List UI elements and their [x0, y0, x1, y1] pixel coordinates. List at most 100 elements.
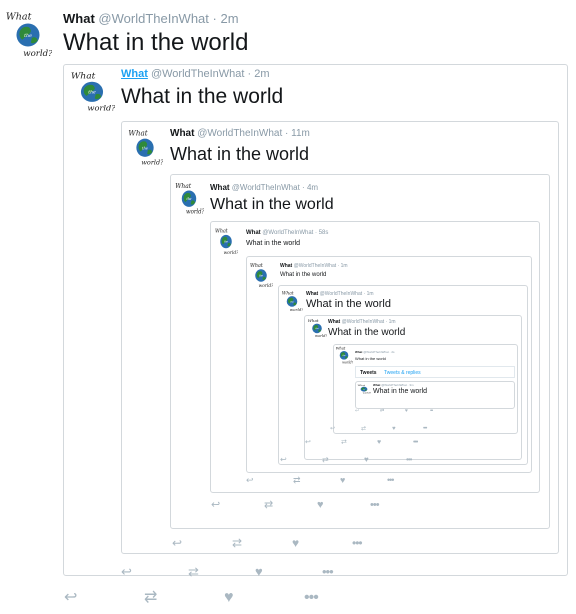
separator: ·	[337, 263, 340, 269]
timestamp[interactable]: 1m	[389, 319, 396, 325]
reply-icon[interactable]: ↩	[211, 499, 220, 512]
tweet-header: What @WorldTheInWhat · 1m	[306, 291, 374, 298]
user-handle[interactable]: @WorldTheInWhat	[232, 183, 300, 192]
avatar[interactable]: What the world?	[4, 10, 52, 58]
avatar[interactable]: What the world?	[281, 290, 303, 312]
retweet-icon[interactable]: ⇄	[322, 455, 329, 465]
svg-text:What: What	[71, 72, 96, 82]
user-handle[interactable]: @WorldTheInWhat	[151, 68, 245, 80]
tweet-actions: ↩ ⇄ ♥ •••	[246, 475, 434, 486]
display-name[interactable]: What	[280, 263, 292, 269]
retweet-icon[interactable]: ⇄	[264, 499, 273, 512]
tab-tweets[interactable]: Tweets	[360, 370, 377, 376]
retweet-icon[interactable]: ⇄	[341, 438, 347, 447]
reply-icon[interactable]: ↩	[64, 589, 77, 607]
what-in-the-world-logo-icon: What the world?	[250, 263, 273, 288]
avatar[interactable]: What the world?	[174, 181, 204, 215]
svg-text:What: What	[336, 347, 346, 351]
tweet-actions: ↩ ⇄ ♥ •••	[280, 455, 448, 465]
heart-icon[interactable]: ♥	[317, 499, 324, 512]
svg-text:the: the	[142, 146, 149, 150]
reply-icon[interactable]: ↩	[172, 536, 182, 550]
timestamp[interactable]: 11m	[291, 128, 310, 139]
separator: ·	[302, 183, 305, 192]
tab-tweets-and-replies[interactable]: Tweets & replies	[384, 370, 421, 376]
reply-icon[interactable]: ↩	[280, 455, 287, 465]
timestamp[interactable]: 2m	[221, 11, 239, 26]
user-handle[interactable]: @WorldTheInWhat	[320, 291, 363, 297]
what-in-the-world-logo-icon: What the world?	[6, 12, 52, 58]
timestamp[interactable]: 58s	[319, 230, 329, 236]
heart-icon[interactable]: ♥	[364, 455, 369, 465]
retweet-icon[interactable]: ⇄	[232, 536, 242, 550]
timestamp[interactable]: 1m	[341, 263, 348, 269]
tweet-header: What @WorldTheInWhat · 1m	[280, 263, 348, 270]
svg-text:What: What	[358, 384, 365, 386]
heart-icon[interactable]: ♥	[292, 536, 299, 550]
more-icon[interactable]: •••	[387, 475, 395, 486]
timestamp[interactable]: 2s	[391, 350, 394, 354]
heart-icon[interactable]: ♥	[405, 408, 408, 415]
tweet-header: What @WorldTheInWhat · 2m	[63, 11, 239, 26]
more-icon[interactable]: •••	[430, 408, 433, 415]
avatar[interactable]: What the world?	[307, 318, 327, 338]
more-icon[interactable]: •••	[370, 499, 380, 512]
user-handle[interactable]: @WorldTheInWhat	[262, 230, 313, 236]
user-handle[interactable]: @WorldTheInWhat	[363, 350, 389, 354]
avatar[interactable]: What the world?	[69, 70, 115, 112]
display-name[interactable]: What	[246, 230, 261, 236]
user-handle[interactable]: @WorldTheInWhat	[342, 319, 385, 325]
reply-icon[interactable]: ↩	[305, 438, 311, 447]
retweet-icon[interactable]: ⇄	[380, 408, 384, 415]
display-name[interactable]: What	[121, 68, 148, 80]
avatar[interactable]: What the world?	[214, 227, 238, 255]
retweet-icon[interactable]: ⇄	[293, 475, 301, 486]
user-handle[interactable]: @WorldTheInWhat	[294, 263, 337, 269]
heart-icon[interactable]: ♥	[392, 425, 396, 433]
display-name[interactable]: What	[170, 128, 194, 139]
heart-icon[interactable]: ♥	[377, 438, 381, 447]
tweet-actions: ↩ ⇄ ♥ •••	[172, 536, 412, 550]
user-handle[interactable]: @WorldTheInWhat	[98, 11, 209, 26]
separator: ·	[315, 230, 318, 236]
reply-icon[interactable]: ↩	[246, 475, 254, 486]
display-name[interactable]: What	[210, 183, 230, 192]
svg-text:the: the	[187, 197, 192, 201]
display-name[interactable]: What	[355, 350, 362, 354]
reply-icon[interactable]: ↩	[330, 425, 335, 433]
avatar[interactable]: What the world?	[249, 262, 273, 288]
reply-icon[interactable]: ↩	[355, 408, 359, 415]
more-icon[interactable]: •••	[352, 536, 363, 550]
avatar[interactable]: What the world?	[127, 128, 163, 166]
timestamp[interactable]: 1m	[367, 291, 374, 297]
display-name[interactable]: What	[328, 319, 340, 325]
tweet-header: What @WorldTheInWhat · 4m	[210, 183, 318, 193]
timestamp[interactable]: 2m	[254, 68, 269, 80]
separator: ·	[363, 291, 366, 297]
retweet-icon[interactable]: ⇄	[361, 425, 366, 433]
user-handle[interactable]: @WorldTheInWhat	[197, 128, 282, 139]
svg-text:world?: world?	[290, 307, 303, 312]
more-icon[interactable]: •••	[406, 455, 412, 465]
avatar[interactable]: What the world?	[335, 346, 353, 364]
more-icon[interactable]: •••	[304, 589, 319, 607]
tweet-actions: ↩ ⇄ ♥ •••	[211, 499, 423, 512]
retweet-icon[interactable]: ⇄	[188, 564, 199, 579]
heart-icon[interactable]: ♥	[340, 475, 345, 486]
separator: ·	[212, 11, 217, 26]
what-in-the-world-logo-icon: What the world?	[336, 347, 353, 364]
tweet-text: What in the world	[170, 144, 310, 164]
more-icon[interactable]: •••	[413, 438, 418, 447]
svg-text:world?: world?	[315, 334, 327, 338]
heart-icon[interactable]: ♥	[224, 589, 234, 607]
tweet-header: What @WorldTheInWhat · 11m	[170, 128, 310, 140]
reply-icon[interactable]: ↩	[121, 564, 132, 579]
retweet-icon[interactable]: ⇄	[144, 589, 157, 607]
timestamp[interactable]: 4m	[307, 183, 318, 192]
heart-icon[interactable]: ♥	[255, 564, 263, 579]
display-name[interactable]: What	[63, 11, 95, 26]
more-icon[interactable]: •••	[322, 564, 334, 579]
display-name[interactable]: What	[306, 291, 318, 297]
avatar[interactable]: What the world?	[357, 384, 371, 394]
more-icon[interactable]: •••	[423, 425, 427, 433]
